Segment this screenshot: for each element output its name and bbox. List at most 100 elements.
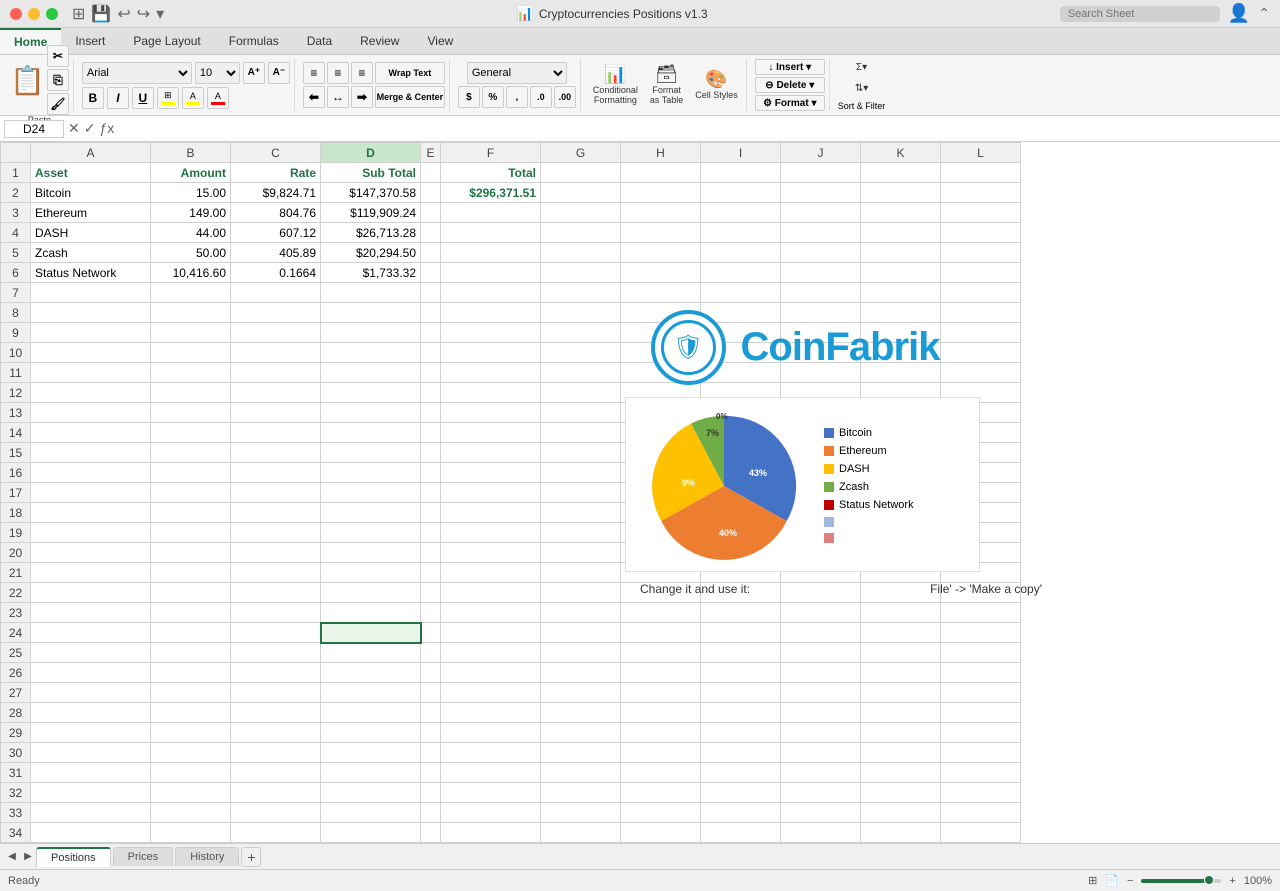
cell-c32[interactable] <box>231 783 321 803</box>
col-header-k[interactable]: K <box>861 143 941 163</box>
cell-j31[interactable] <box>781 763 861 783</box>
cell-h12[interactable] <box>621 383 701 403</box>
cell-d9[interactable] <box>321 323 421 343</box>
font-name-select[interactable]: Arial <box>82 62 192 84</box>
cell-j23[interactable] <box>781 603 861 623</box>
cell-f27[interactable] <box>441 683 541 703</box>
add-sheet-button[interactable]: + <box>241 847 261 867</box>
cell-h32[interactable] <box>621 783 701 803</box>
cell-k13[interactable] <box>861 403 941 423</box>
cell-b17[interactable] <box>151 483 231 503</box>
cell-c7[interactable] <box>231 283 321 303</box>
maximize-button[interactable] <box>46 8 58 20</box>
cell-g31[interactable] <box>541 763 621 783</box>
cell-b10[interactable] <box>151 343 231 363</box>
cell-j18[interactable] <box>781 503 861 523</box>
cell-k29[interactable] <box>861 723 941 743</box>
cell-j5[interactable] <box>781 243 861 263</box>
cell-k1[interactable] <box>861 163 941 183</box>
cell-c1[interactable]: Rate <box>231 163 321 183</box>
cell-g25[interactable] <box>541 643 621 663</box>
cell-d6[interactable]: $1,733.32 <box>321 263 421 283</box>
cell-b4[interactable]: 44.00 <box>151 223 231 243</box>
cell-b32[interactable] <box>151 783 231 803</box>
cell-l12[interactable] <box>941 383 1021 403</box>
cell-e21[interactable] <box>421 563 441 583</box>
cell-g26[interactable] <box>541 663 621 683</box>
cell-h19[interactable] <box>621 523 701 543</box>
cell-b3[interactable]: 149.00 <box>151 203 231 223</box>
cell-i31[interactable] <box>701 763 781 783</box>
cell-e3[interactable] <box>421 203 441 223</box>
cell-h27[interactable] <box>621 683 701 703</box>
cell-c23[interactable] <box>231 603 321 623</box>
cell-b13[interactable] <box>151 403 231 423</box>
cell-b14[interactable] <box>151 423 231 443</box>
cell-j19[interactable] <box>781 523 861 543</box>
cell-j25[interactable] <box>781 643 861 663</box>
cell-a16[interactable] <box>31 463 151 483</box>
cell-h34[interactable] <box>621 823 701 843</box>
cell-i9[interactable] <box>701 323 781 343</box>
cell-l34[interactable] <box>941 823 1021 843</box>
cell-d22[interactable] <box>321 583 421 603</box>
cell-i6[interactable] <box>701 263 781 283</box>
cell-a7[interactable] <box>31 283 151 303</box>
cell-e8[interactable] <box>421 303 441 323</box>
cell-g6[interactable] <box>541 263 621 283</box>
cell-b20[interactable] <box>151 543 231 563</box>
cell-b15[interactable] <box>151 443 231 463</box>
cell-a29[interactable] <box>31 723 151 743</box>
cell-c21[interactable] <box>231 563 321 583</box>
cell-g7[interactable] <box>541 283 621 303</box>
cell-g3[interactable] <box>541 203 621 223</box>
cell-b11[interactable] <box>151 363 231 383</box>
cell-g8[interactable] <box>541 303 621 323</box>
cell-l7[interactable] <box>941 283 1021 303</box>
spreadsheet[interactable]: A B C D E F G H I J K L 1 Ass <box>0 142 1280 843</box>
cell-l15[interactable] <box>941 443 1021 463</box>
col-header-l[interactable]: L <box>941 143 1021 163</box>
cell-k6[interactable] <box>861 263 941 283</box>
cell-h3[interactable] <box>621 203 701 223</box>
cell-e17[interactable] <box>421 483 441 503</box>
cell-g28[interactable] <box>541 703 621 723</box>
cell-b19[interactable] <box>151 523 231 543</box>
cancel-formula-icon[interactable]: ✕ <box>68 120 80 137</box>
cell-a11[interactable] <box>31 363 151 383</box>
cell-f2[interactable]: $296,371.51 <box>441 183 541 203</box>
formula-input[interactable] <box>118 121 1276 137</box>
cell-i32[interactable] <box>701 783 781 803</box>
cell-g14[interactable] <box>541 423 621 443</box>
cell-k5[interactable] <box>861 243 941 263</box>
cell-c34[interactable] <box>231 823 321 843</box>
cell-k23[interactable] <box>861 603 941 623</box>
cell-l30[interactable] <box>941 743 1021 763</box>
cell-b1[interactable]: Amount <box>151 163 231 183</box>
cell-d31[interactable] <box>321 763 421 783</box>
cell-c18[interactable] <box>231 503 321 523</box>
cell-g4[interactable] <box>541 223 621 243</box>
cell-h1[interactable] <box>621 163 701 183</box>
cell-c25[interactable] <box>231 643 321 663</box>
cell-e32[interactable] <box>421 783 441 803</box>
cell-i24[interactable] <box>701 623 781 643</box>
cell-e9[interactable] <box>421 323 441 343</box>
cell-i29[interactable] <box>701 723 781 743</box>
cell-h28[interactable] <box>621 703 701 723</box>
cell-g33[interactable] <box>541 803 621 823</box>
cell-e34[interactable] <box>421 823 441 843</box>
cell-l17[interactable] <box>941 483 1021 503</box>
cell-i1[interactable] <box>701 163 781 183</box>
col-header-f[interactable]: F <box>441 143 541 163</box>
decrease-font-button[interactable]: A⁻ <box>268 62 290 84</box>
cell-i21[interactable] <box>701 563 781 583</box>
cell-e15[interactable] <box>421 443 441 463</box>
cell-c20[interactable] <box>231 543 321 563</box>
align-left-button[interactable]: ⬅ <box>303 86 325 108</box>
cell-e33[interactable] <box>421 803 441 823</box>
cell-f11[interactable] <box>441 363 541 383</box>
cell-f10[interactable] <box>441 343 541 363</box>
cell-l25[interactable] <box>941 643 1021 663</box>
cell-k19[interactable] <box>861 523 941 543</box>
